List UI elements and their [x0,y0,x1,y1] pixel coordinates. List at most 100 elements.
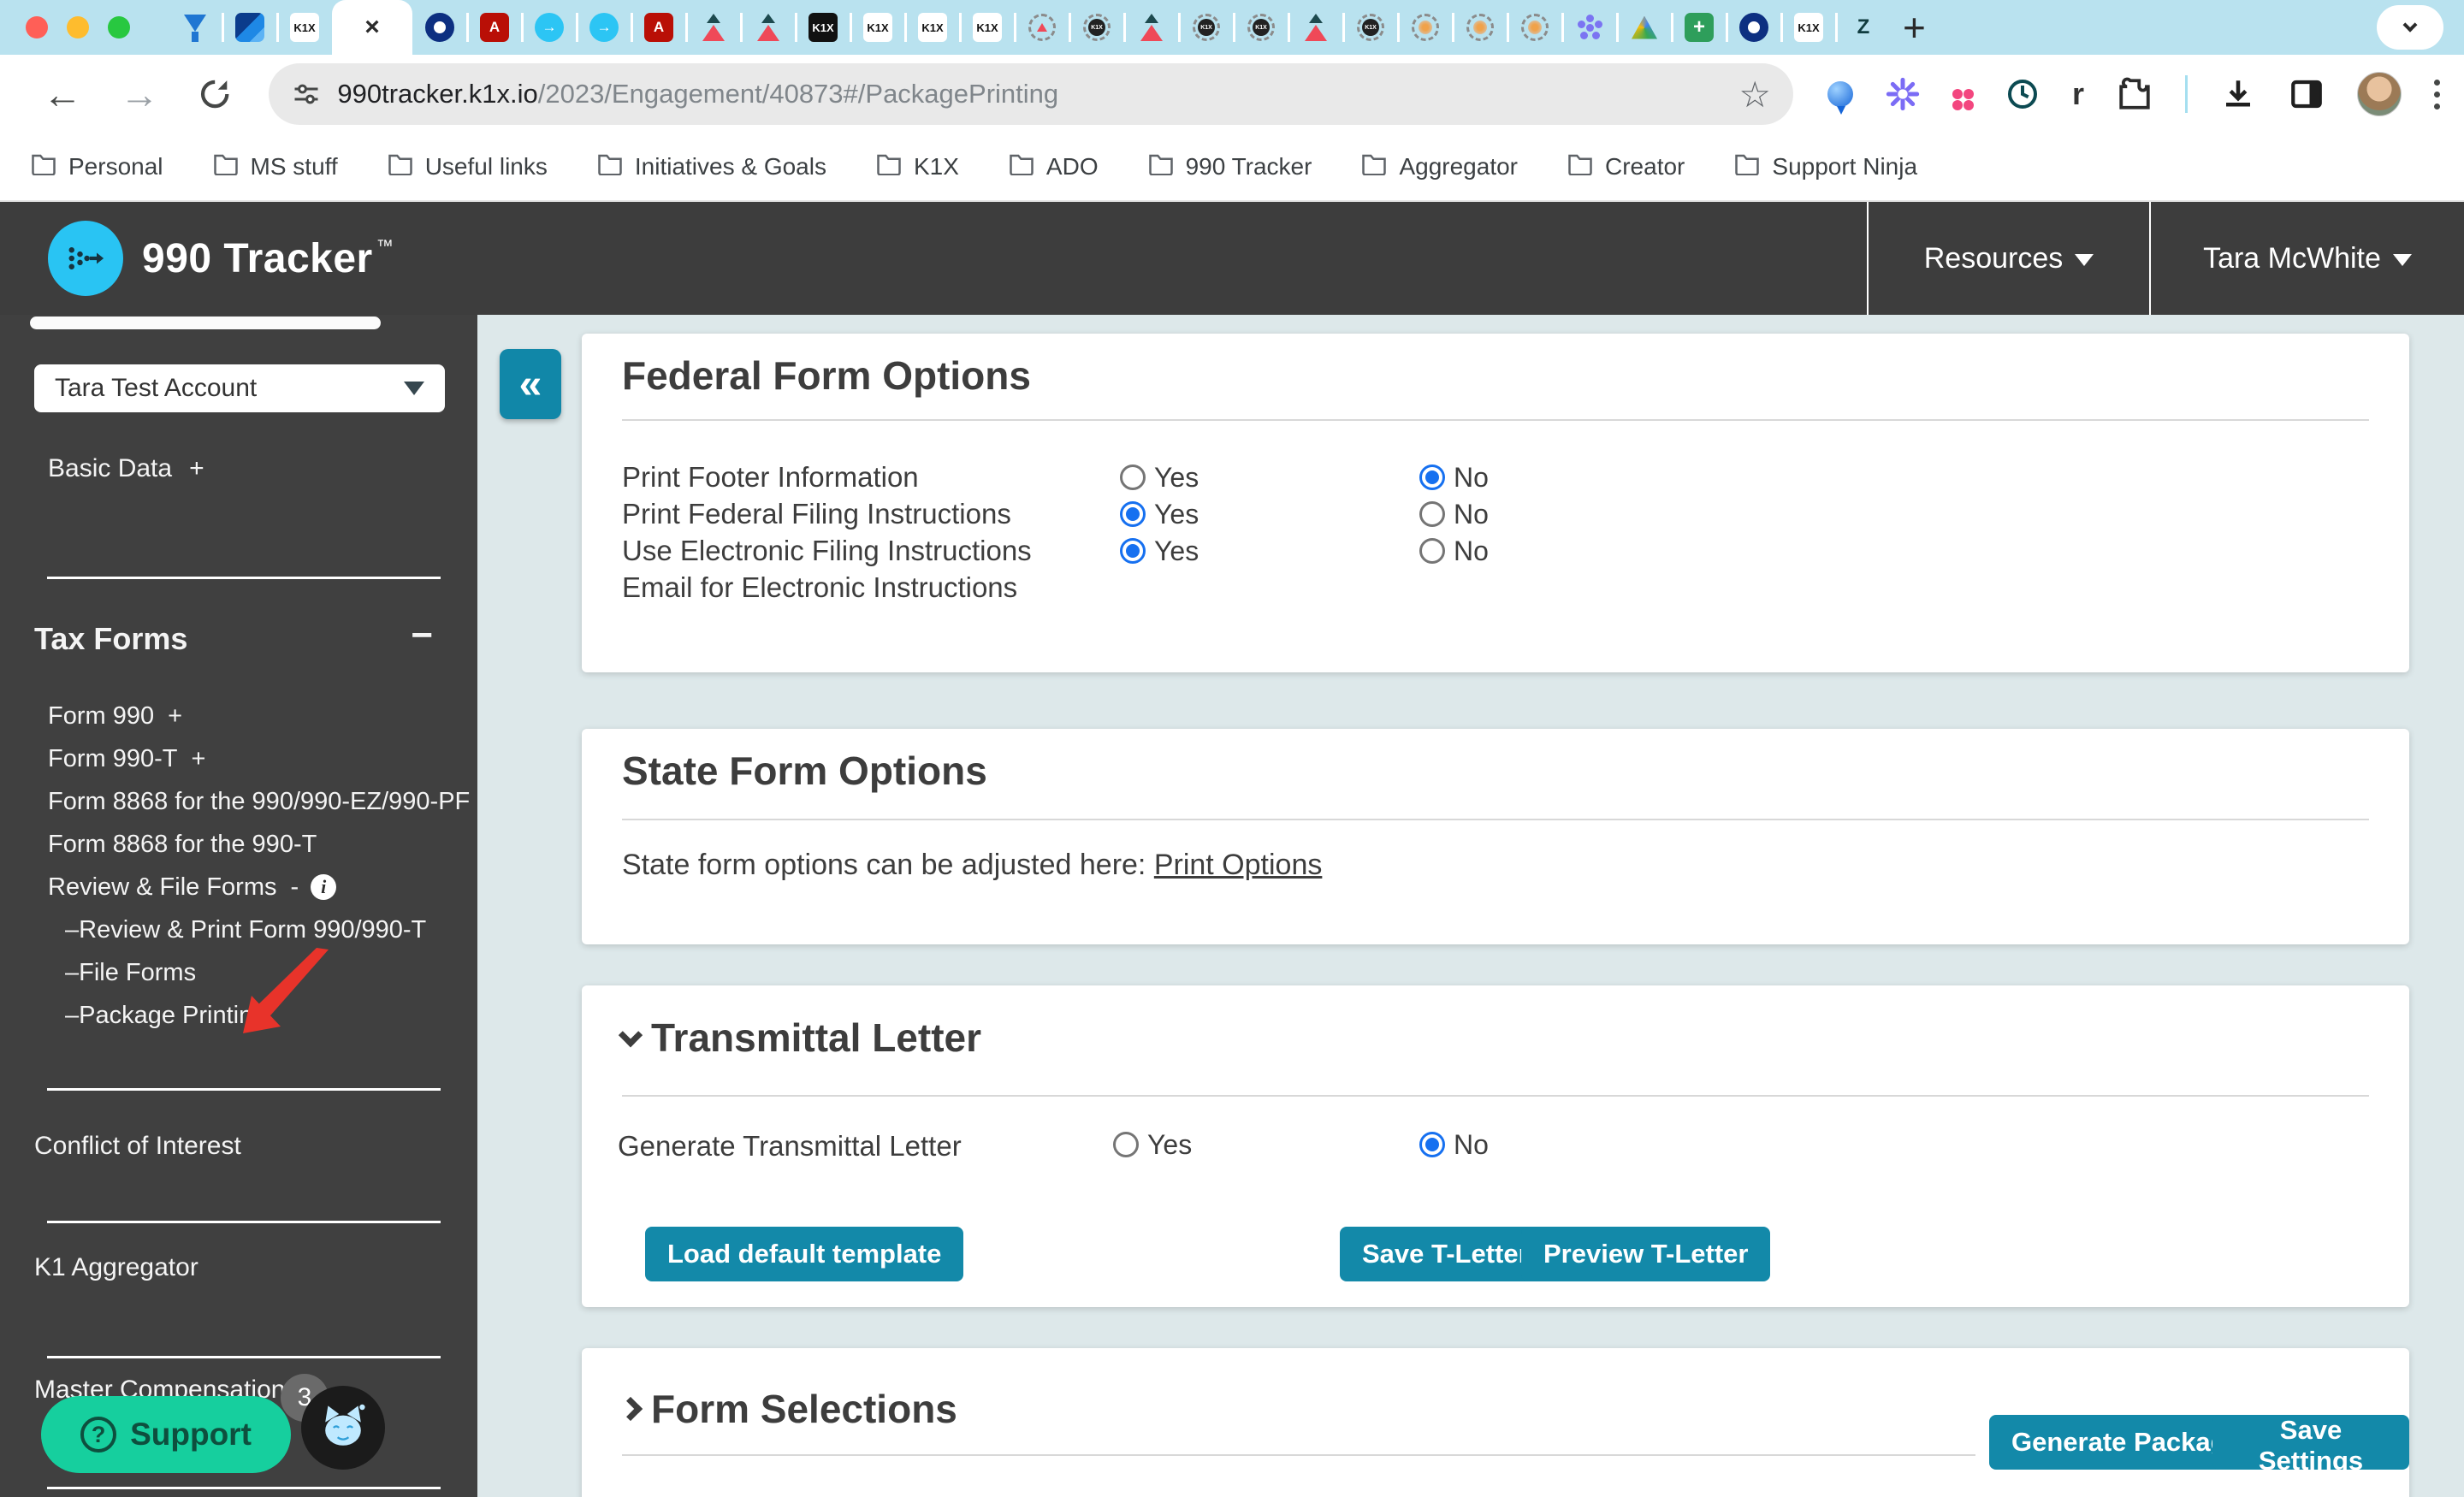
browser-tab[interactable] [1672,0,1727,55]
no-radio[interactable]: No [1419,495,1489,533]
browser-tab[interactable] [1617,0,1672,55]
downloads-icon[interactable] [2220,76,2256,112]
sidebar-item-review-file-forms[interactable]: Review & File Forms-i [0,866,477,908]
browser-tab[interactable] [905,0,960,55]
yes-radio[interactable]: Yes [1120,495,1199,533]
sidebar-section-tax-forms[interactable]: Tax Forms − [34,619,445,659]
sidebar-item-review-print-form-990-990-t[interactable]: –Review & Print Form 990/990-T [0,908,477,951]
sidebar-item-basic-data[interactable]: Basic Data+ [48,448,204,489]
bookmark-item[interactable]: K1X [876,153,959,181]
sidebar-item-form-8868-for-the-990-990-ez-990-pf[interactable]: Form 8868 for the 990/990-EZ/990-PF [0,780,477,823]
extensions-puzzle-icon[interactable] [2117,76,2153,112]
browser-tab[interactable] [1781,0,1836,55]
browser-tab[interactable] [631,0,686,55]
browser-tab[interactable] [1507,0,1562,55]
sidebar-scroll-thumb[interactable] [30,317,381,329]
sidebar-item-k1-aggregator[interactable]: K1 Aggregator [34,1247,198,1288]
sidebar-item-form-990[interactable]: Form 990+ [0,695,477,737]
browser-tab[interactable] [741,0,796,55]
new-tab-button[interactable]: + [1903,2,1926,53]
sidebar-collapse-button[interactable]: « [500,349,561,419]
window-zoom-button[interactable] [108,16,130,38]
bookmark-item[interactable]: ADO [1009,153,1099,181]
snowflake-extension-icon[interactable] [1886,77,1920,111]
browser-tab[interactable] [1836,0,1891,55]
no-radio[interactable]: No [1419,459,1489,496]
support-button[interactable]: ? Support [41,1396,291,1473]
support-cat-avatar[interactable] [301,1386,385,1470]
bookmark-item[interactable]: 990 Tracker [1148,153,1312,181]
bookmark-item[interactable]: Initiatives & Goals [597,153,826,181]
flower-extension-icon[interactable] [1952,89,1963,99]
browser-tab-active[interactable]: × [332,0,412,55]
bookmark-item[interactable]: Useful links [388,153,548,181]
user-menu[interactable]: Tara McWhite [2149,202,2464,315]
browser-menu-icon[interactable] [2434,80,2440,109]
bookmark-item[interactable]: MS stuff [213,153,338,181]
bookmark-item[interactable]: Support Ninja [1734,153,1917,181]
form-selections-card: Form Selections Generate Package Save Se… [582,1348,2409,1497]
r-extension-icon[interactable]: r [2072,76,2084,112]
browser-tab[interactable] [1398,0,1453,55]
close-icon[interactable]: × [364,13,380,42]
save-t-letter-button[interactable]: Save T-Letter [1340,1227,1551,1281]
print-options-link[interactable]: Print Options [1154,849,1323,881]
reload-button[interactable] [197,75,233,113]
browser-tab[interactable] [1288,0,1343,55]
app-logo[interactable]: 990 Tracker ™ [48,221,394,296]
no-radio[interactable]: No [1419,532,1489,570]
browser-tab[interactable] [522,0,577,55]
chevron-right-icon[interactable] [619,1397,643,1421]
url-text[interactable]: 990tracker.k1x.io/2023/Engagement/40873#… [337,79,1738,109]
browser-tab[interactable] [1562,0,1617,55]
browser-tab[interactable] [1343,0,1398,55]
window-minimize-button[interactable] [67,16,89,38]
site-settings-icon[interactable] [291,79,322,109]
browser-tab[interactable] [1069,0,1124,55]
transmittal-yes-radio[interactable]: Yes [1113,1126,1192,1163]
yes-radio[interactable]: Yes [1120,459,1199,496]
back-button[interactable]: ← [43,71,82,117]
browser-tab[interactable] [222,0,277,55]
account-select[interactable]: Tara Test Account [34,364,445,412]
load-default-template-button[interactable]: Load default template [645,1227,963,1281]
tab-search-button[interactable] [2377,5,2443,50]
bookmark-star-icon[interactable]: ☆ [1738,74,1771,115]
address-bar[interactable]: 990tracker.k1x.io/2023/Engagement/40873#… [269,63,1793,125]
browser-tab[interactable] [1179,0,1234,55]
browser-tab[interactable] [1727,0,1781,55]
browser-tab[interactable] [1015,0,1069,55]
browser-tab[interactable] [850,0,905,55]
browser-tab[interactable] [577,0,631,55]
browser-tab[interactable] [467,0,522,55]
sidebar-item-form-990-t[interactable]: Form 990-T+ [0,737,477,780]
balloon-extension-icon[interactable] [1827,81,1853,107]
info-icon[interactable]: i [311,874,336,900]
browser-tab[interactable] [168,0,222,55]
browser-tab[interactable] [960,0,1015,55]
yes-radio[interactable]: Yes [1120,532,1199,570]
save-settings-button[interactable]: Save Settings [2212,1415,2409,1470]
browser-tab[interactable] [277,0,332,55]
window-close-button[interactable] [26,16,48,38]
browser-tab[interactable] [686,0,741,55]
forward-button[interactable]: → [120,71,159,117]
sidebar-item-conflict-of-interest[interactable]: Conflict of Interest [34,1126,241,1167]
browser-tab[interactable] [1124,0,1179,55]
side-panel-icon[interactable] [2289,76,2325,112]
bookmark-item[interactable]: Personal [31,153,163,181]
bookmark-item[interactable]: Creator [1567,153,1685,181]
transmittal-no-radio[interactable]: No [1419,1126,1489,1163]
browser-tab[interactable] [1234,0,1288,55]
browser-tab[interactable] [412,0,467,55]
preview-t-letter-button[interactable]: Preview T-Letter [1521,1227,1770,1281]
sidebar-item-form-8868-for-the-990-t[interactable]: Form 8868 for the 990-T [0,823,477,866]
collapse-minus-icon[interactable]: − [411,616,433,655]
clock-extension-icon[interactable] [2005,77,2040,111]
profile-avatar[interactable] [2357,72,2402,116]
bookmark-item[interactable]: Aggregator [1361,153,1518,181]
browser-tab[interactable] [796,0,850,55]
resources-menu[interactable]: Resources [1867,202,2149,315]
browser-tab[interactable] [1453,0,1507,55]
chevron-down-icon[interactable] [619,1023,643,1047]
